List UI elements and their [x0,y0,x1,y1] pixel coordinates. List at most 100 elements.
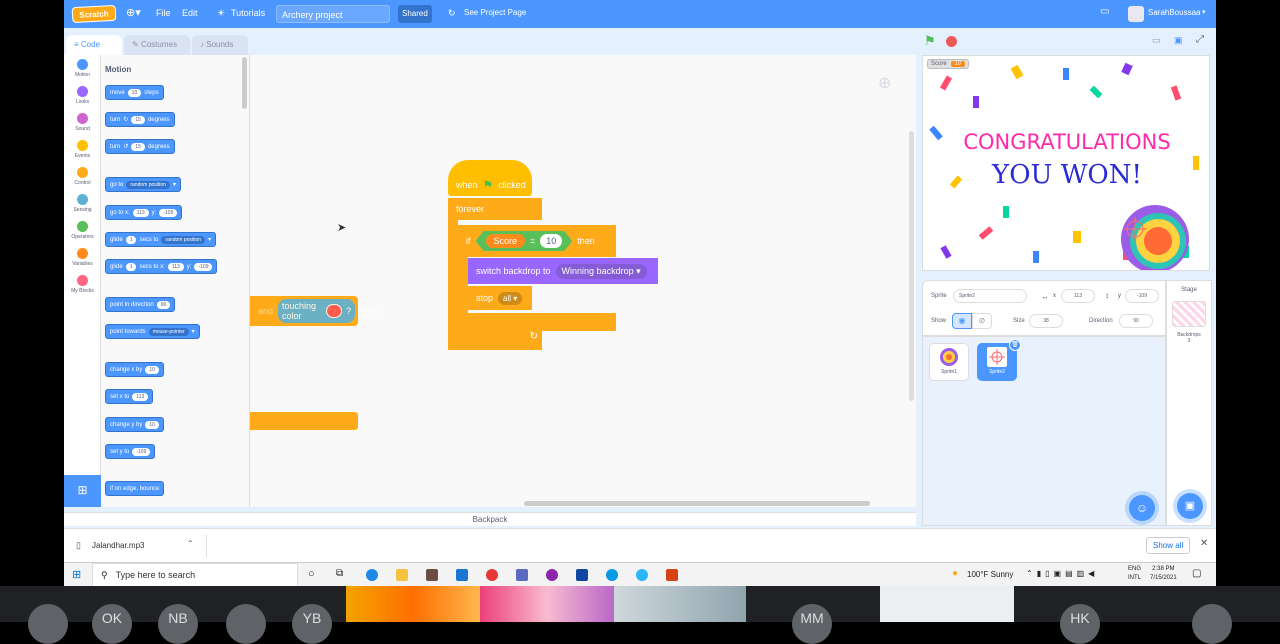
add-sprite-button[interactable]: ☺ [1129,495,1155,521]
participant-video[interactable] [614,586,746,622]
set-y-block[interactable]: set y to -109 [105,444,156,459]
chrome-icon[interactable] [486,569,498,581]
category-my-blocks[interactable]: My Blocks [64,275,101,294]
block-input[interactable]: 113 [132,392,149,401]
taskbar-search[interactable]: ⚲ Type here to search [92,563,298,586]
green-flag-icon[interactable]: ⚑ [924,33,936,49]
task-view-icon[interactable]: ⧉ [336,568,343,579]
palette-scrollbar[interactable] [242,57,247,109]
tutorials-menu[interactable]: Tutorials [231,8,265,18]
store-icon[interactable] [426,569,438,581]
telegram-icon[interactable] [636,569,648,581]
small-stage-icon[interactable]: ▭ [1152,35,1161,46]
notification-icon[interactable]: ▢ [1192,568,1201,579]
block-input[interactable]: -109 [194,262,213,271]
globe-icon[interactable]: ⊕▾ [126,6,141,19]
block-input[interactable]: 10 [145,365,159,374]
point-direction-block[interactable]: point in direction 90 [105,297,176,312]
block-dropdown[interactable]: mouse-pointer [148,327,189,336]
teams-icon[interactable] [516,569,528,581]
stage[interactable]: Score 10 CONGRATULATIONS YOU WON! [922,55,1210,271]
glide-xy-block[interactable]: glide 1 secs to x: 113 y: -109 [105,259,218,274]
see-project-page-button[interactable]: See Project Page [464,8,526,17]
turn-left-block[interactable]: turn ↺ 15 degrees [105,139,175,154]
file-menu[interactable]: File [156,8,171,18]
x-input[interactable]: 113 [1061,289,1095,303]
block-input[interactable]: -109 [132,447,151,456]
score-reporter[interactable]: Score [486,234,526,248]
participant-avatar[interactable]: MM [792,604,832,644]
system-tray-icons[interactable]: ⌃▮▯▣▤▥◀ [1026,569,1098,578]
participant-video[interactable] [480,586,614,622]
forever-block[interactable]: forever [448,198,542,220]
switch-backdrop-block[interactable]: switch backdrop to Winning backdrop ▾ [468,258,658,284]
glide-random-block[interactable]: glide 1 secs to random position ▾ [105,232,217,247]
color-swatch[interactable] [325,304,343,318]
dragged-if-block[interactable]: and touching color? then [250,296,378,326]
set-x-block[interactable]: set x to 113 [105,389,154,404]
dragged-block-bottom[interactable] [250,412,358,430]
block-input[interactable]: 1 [125,235,137,244]
vertical-scrollbar[interactable] [909,131,914,401]
add-backdrop-button[interactable]: ▣ [1177,493,1203,519]
participant-avatar[interactable] [226,604,266,644]
block-input[interactable]: 1 [125,262,137,271]
edge-icon[interactable] [366,569,378,581]
trash-icon[interactable]: 🗑 [1009,339,1021,351]
stop-icon[interactable] [946,36,957,47]
change-y-block[interactable]: change y by 10 [105,417,164,432]
download-filename[interactable]: Jalandhar.mp3 [92,541,144,550]
stop-block[interactable]: stop all ▾ [468,286,532,310]
category-control[interactable]: Control [64,167,101,186]
weather-text[interactable]: 100°F Sunny [967,570,1013,579]
when-flag-clicked-block[interactable]: when ⚑ clicked [448,160,532,196]
cortana-icon[interactable]: ○ [308,568,315,580]
show-hidden-button[interactable]: ⊘ [972,313,992,329]
extensions-button[interactable]: ⊞ [64,475,101,507]
block-dropdown[interactable]: random position [126,180,170,189]
point-towards-block[interactable]: point towards mouse-pointer ▾ [105,324,200,339]
block-input[interactable]: 113 [132,208,149,217]
participant-avatar[interactable] [28,604,68,644]
close-icon[interactable]: ✕ [1200,538,1208,549]
size-input[interactable]: 38 [1029,314,1063,328]
avatar[interactable] [1128,6,1144,22]
stop-dropdown[interactable]: all ▾ [498,291,523,305]
category-sensing[interactable]: Sensing [64,194,101,213]
file-explorer-icon[interactable] [396,569,408,581]
category-motion[interactable]: Motion [64,59,101,78]
chevron-up-icon[interactable]: ⌃ [187,539,194,548]
code-workspace[interactable]: and touching color? then when ⚑ clicked … [250,55,1086,507]
stage-panel[interactable]: Stage Backdrops 3 ▣ [1166,280,1212,526]
tab-sounds[interactable]: ♪ Sounds [192,35,248,55]
skype-icon[interactable] [606,569,618,581]
sprite-name-input[interactable]: Sprite2 [953,289,1027,303]
language-indicator[interactable]: ENG INTL [1128,565,1141,583]
username[interactable]: SarahBoussaa [1148,8,1200,17]
bounce-block[interactable]: if on edge, bounce [105,481,165,496]
block-input[interactable]: 15 [131,115,145,124]
tab-code[interactable]: ≡ Code [66,35,122,55]
change-x-block[interactable]: change x by 10 [105,362,164,377]
show-all-button[interactable]: Show all [1146,537,1191,554]
backdrop-dropdown[interactable]: Winning backdrop ▾ [555,263,647,279]
tab-costumes[interactable]: ✎ Costumes [124,35,190,55]
backdrop-thumbnail[interactable] [1172,301,1206,327]
category-variables[interactable]: Variables [64,248,101,267]
mail-icon[interactable] [456,569,468,581]
if-then-block[interactable]: if Score = 10 then [458,225,616,257]
goto-xy-block[interactable]: go to x: 113 y: -109 [105,205,183,220]
shared-button[interactable]: Shared [398,5,432,23]
block-input[interactable]: 90 [156,300,171,309]
participant-video[interactable] [346,586,480,622]
project-title-input[interactable]: Archery project [276,5,390,23]
large-stage-icon[interactable]: ▣ [1174,35,1183,46]
block-input[interactable]: -109 [159,208,178,217]
participant-avatar[interactable]: OK [92,604,132,644]
move-steps-block[interactable]: move 10 steps [105,85,164,100]
block-input[interactable]: 10 [127,88,142,97]
category-sound[interactable]: Sound [64,113,101,132]
equals-operator-block[interactable]: Score = 10 [476,231,573,251]
participant-avatar[interactable]: NB [158,604,198,644]
block-input[interactable]: 15 [131,142,145,151]
